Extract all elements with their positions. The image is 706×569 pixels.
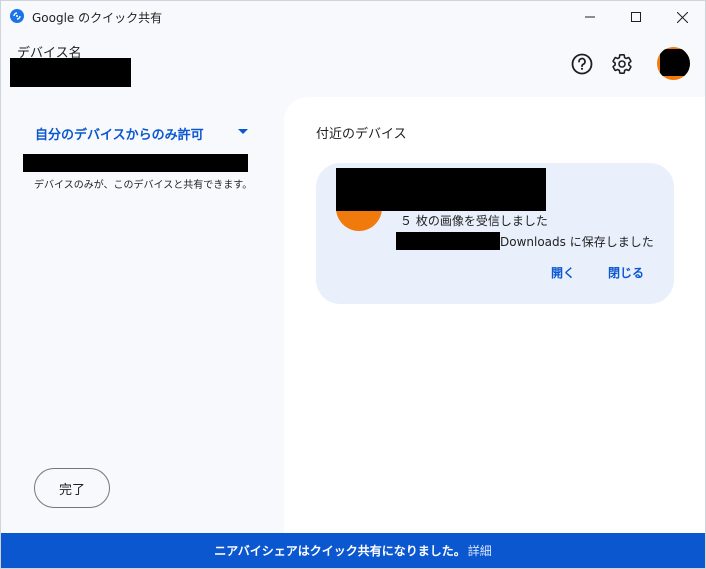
sender-name-redacted (336, 168, 546, 211)
caret-down-icon (238, 129, 248, 134)
nearby-devices-title: 付近のデバイス (316, 127, 407, 142)
rename-banner: ニアバイシェアはクイック共有になりました。 詳細 (1, 533, 705, 568)
banner-text: ニアバイシェアはクイック共有になりました。 (214, 544, 466, 558)
nearby-panel: 付近のデバイス ５ 枚の画像を受信しました Downloads に保存しました … (284, 97, 705, 533)
settings-button[interactable] (609, 51, 635, 77)
transfer-status: ５ 枚の画像を受信しました (400, 214, 548, 228)
title-bar: Google のクイック共有 (1, 1, 705, 33)
save-path-redacted (396, 232, 500, 250)
done-button[interactable]: 完了 (34, 468, 110, 508)
account-avatar[interactable] (657, 47, 690, 80)
visibility-description: デバイスのみが、このデバイスと共有できます。 (34, 180, 253, 191)
dismiss-button[interactable]: 閉じる (608, 264, 644, 281)
maximize-icon (631, 12, 641, 22)
visibility-selected-label: 自分のデバイスからのみ許可 (35, 128, 204, 143)
close-icon (676, 11, 688, 23)
help-button[interactable] (569, 51, 595, 77)
save-location: Downloads に保存しました (500, 235, 654, 249)
close-button[interactable] (659, 1, 705, 33)
transfer-card: ５ 枚の画像を受信しました Downloads に保存しました 開く 閉じる (316, 163, 674, 304)
gear-icon (612, 54, 632, 74)
avatar-redacted (660, 49, 690, 76)
contact-redacted (23, 154, 248, 172)
quick-share-window: Google のクイック共有 デバイス名 自分のデバイスからのみ許可 デバイスの (0, 0, 706, 569)
quick-share-app-icon (10, 9, 24, 23)
minimize-icon (585, 16, 595, 18)
open-button[interactable]: 開く (551, 264, 575, 281)
banner-details-link[interactable]: 詳細 (468, 542, 492, 559)
window-title: Google のクイック共有 (32, 11, 163, 25)
help-circle-icon (571, 53, 593, 75)
visibility-dropdown[interactable]: 自分のデバイスからのみ許可 (35, 123, 250, 145)
minimize-button[interactable] (567, 1, 613, 33)
maximize-button[interactable] (613, 1, 659, 33)
device-name-redacted (10, 58, 131, 87)
